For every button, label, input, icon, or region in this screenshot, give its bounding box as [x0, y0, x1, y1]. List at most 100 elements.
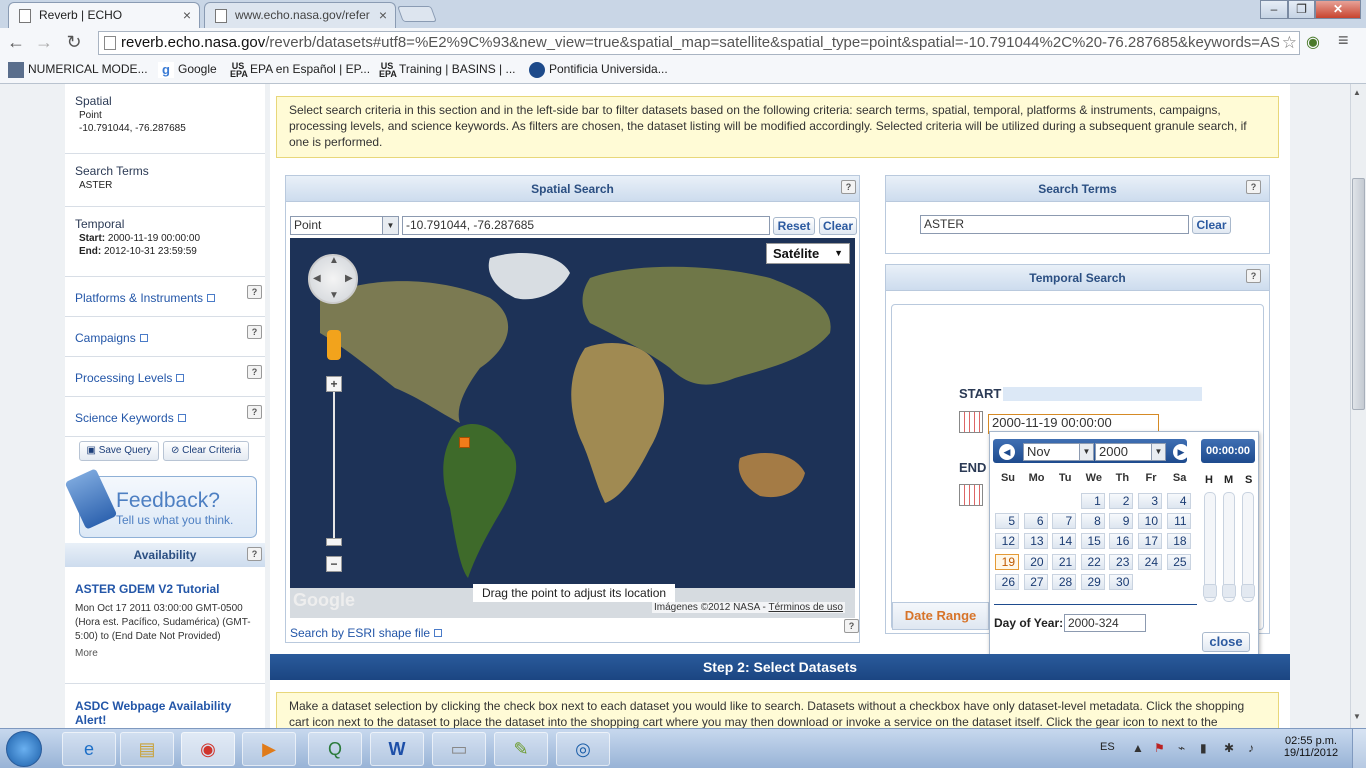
calendar-icon[interactable]	[959, 411, 983, 433]
close-window-button[interactable]: ✕	[1315, 0, 1361, 19]
calendar-day[interactable]: 6	[1023, 513, 1048, 530]
show-desktop-button[interactable]	[1352, 729, 1366, 768]
maximize-button[interactable]: ❐	[1288, 0, 1315, 19]
calendar-day[interactable]: 30	[1109, 573, 1134, 590]
calendar-day[interactable]: 11	[1166, 513, 1191, 530]
help-icon[interactable]: ?	[247, 405, 262, 419]
search-terms-input[interactable]: ASTER	[920, 215, 1189, 234]
sidebar-item-platforms[interactable]: Platforms & Instruments ?	[65, 277, 265, 317]
explorer-icon[interactable]: ▤	[120, 732, 174, 766]
calendar-day[interactable]: 9	[1109, 513, 1134, 530]
ie-icon[interactable]: e	[62, 732, 116, 766]
calendar-day[interactable]: 16	[1109, 533, 1134, 550]
help-icon[interactable]: ?	[247, 325, 262, 339]
reset-button[interactable]: Reset	[773, 217, 815, 235]
satellite-map[interactable]: ▲ ▼ ◀ ▶ + − Satélite ▼ Drag the point to…	[290, 238, 855, 618]
word-icon[interactable]: W	[370, 732, 424, 766]
calendar-day[interactable]: 13	[1023, 533, 1048, 550]
clear-terms-button[interactable]: Clear	[1192, 216, 1231, 234]
calendar-icon[interactable]	[959, 484, 983, 506]
chrome-icon[interactable]: ◉	[181, 732, 235, 766]
calendar-day[interactable]: 22	[1080, 553, 1105, 570]
network-app-icon[interactable]: ◎	[556, 732, 610, 766]
spatial-coords-input[interactable]: -10.791044, -76.287685	[402, 216, 770, 235]
calendar-day[interactable]: 17	[1138, 533, 1162, 550]
qgis-icon[interactable]: Q	[308, 732, 362, 766]
minimize-button[interactable]: –	[1260, 0, 1288, 19]
calendar-day[interactable]: 20	[1023, 553, 1048, 570]
time-display[interactable]: 00:00:00	[1201, 439, 1255, 463]
chevron-up-icon[interactable]: ▲	[329, 255, 339, 266]
clock[interactable]: 02:55 p.m. 19/11/2012	[1280, 735, 1342, 759]
usb-icon[interactable]: ⌁	[1178, 741, 1185, 755]
year-select[interactable]: 2000 ▼	[1095, 443, 1166, 461]
seconds-slider-handle[interactable]	[1241, 584, 1255, 598]
bookmark-basins[interactable]: US EPA Training | BASINS | ...	[379, 62, 516, 79]
calendar-day[interactable]: 12	[995, 533, 1019, 550]
forward-icon[interactable]: →	[32, 32, 56, 53]
start-button[interactable]	[6, 731, 42, 767]
calendar-day[interactable]: 2	[1109, 493, 1134, 509]
feedback-banner[interactable]: Feedback? Tell us what you think.	[64, 468, 257, 538]
action-center-icon[interactable]: ⚑	[1154, 741, 1165, 755]
scroll-up-icon[interactable]: ▲	[1353, 88, 1361, 97]
calendar-day[interactable]: 26	[995, 573, 1019, 590]
sidebar-item-campaigns[interactable]: Campaigns ?	[65, 317, 265, 357]
tab-reverb[interactable]: Reverb | ECHO ×	[8, 2, 200, 28]
bookmark-pucp[interactable]: Pontificia Universida...	[529, 62, 668, 78]
media-player-icon[interactable]: ▶	[242, 732, 296, 766]
calendar-day[interactable]: 24	[1138, 553, 1162, 570]
page-scrollbar[interactable]: ▲ ▼	[1350, 84, 1366, 728]
calendar-day[interactable]: 21	[1052, 553, 1077, 570]
calendar-day[interactable]: 7	[1052, 513, 1077, 530]
availability-title[interactable]: ASTER GDEM V2 Tutorial	[75, 582, 251, 596]
zoom-in-button[interactable]: +	[326, 376, 342, 392]
spatial-type-select[interactable]: Point ▼	[290, 216, 399, 235]
calendar-day[interactable]: 8	[1080, 513, 1105, 530]
location-marker[interactable]	[459, 437, 470, 448]
volume-icon[interactable]: ♪	[1248, 741, 1254, 755]
clear-criteria-button[interactable]: ⊘ Clear Criteria	[163, 441, 249, 461]
sidebar-item-processing-levels[interactable]: Processing Levels ?	[65, 357, 265, 397]
reload-icon[interactable]: ↻	[62, 32, 86, 53]
calendar-day[interactable]: 1	[1080, 493, 1105, 509]
new-tab-button[interactable]	[397, 6, 437, 22]
calendar-day[interactable]: 18	[1166, 533, 1191, 550]
extension-icon[interactable]: ◉	[1306, 32, 1320, 52]
chevron-left-icon[interactable]: ◀	[313, 273, 321, 284]
bookmark-star-icon[interactable]: ☆	[1278, 32, 1297, 54]
scroll-down-icon[interactable]: ▼	[1353, 712, 1361, 721]
calendar-day[interactable]: 14	[1052, 533, 1077, 550]
menu-icon[interactable]: ≡	[1338, 30, 1349, 51]
bookmark-numerical[interactable]: NUMERICAL MODE...	[8, 62, 148, 78]
day-of-year-input[interactable]: 2000-324	[1064, 614, 1146, 632]
calendar-day[interactable]: 5	[995, 513, 1019, 530]
terms-of-use-link[interactable]: Términos de uso	[768, 602, 842, 613]
calendar-day[interactable]: 3	[1138, 493, 1162, 509]
back-icon[interactable]: ←	[4, 32, 28, 53]
chevron-down-icon[interactable]: ▼	[329, 290, 339, 301]
gis-tool-icon[interactable]: ✎	[494, 732, 548, 766]
calendar-day[interactable]: 23	[1109, 553, 1134, 570]
clear-spatial-button[interactable]: Clear	[819, 217, 857, 235]
help-icon[interactable]: ?	[841, 180, 856, 194]
zoom-slider-track[interactable]	[333, 392, 335, 542]
bookmark-epa[interactable]: US EPA EPA en Español | EP...	[230, 62, 370, 79]
zoom-slider-handle[interactable]	[326, 538, 342, 546]
close-tab-icon[interactable]: ×	[379, 7, 387, 23]
help-icon[interactable]: ?	[247, 365, 262, 379]
show-hidden-icons[interactable]: ▲	[1132, 741, 1144, 755]
pan-control[interactable]: ▲ ▼ ◀ ▶	[308, 254, 358, 304]
help-icon[interactable]: ?	[844, 619, 859, 633]
help-icon[interactable]: ?	[247, 547, 262, 561]
calendar-day[interactable]: 27	[1023, 573, 1048, 590]
scrollbar-thumb[interactable]	[1352, 178, 1365, 410]
bookmark-google[interactable]: g Google	[158, 62, 217, 78]
bluetooth-icon[interactable]: ✱	[1224, 741, 1234, 755]
calendar-day[interactable]: 19	[995, 553, 1019, 570]
tab-date-range[interactable]: Date Range	[892, 602, 989, 630]
help-icon[interactable]: ?	[1246, 269, 1261, 283]
help-icon[interactable]: ?	[1246, 180, 1261, 194]
calendar-day[interactable]: 15	[1080, 533, 1105, 550]
prev-month-icon[interactable]: ◀	[999, 444, 1015, 460]
